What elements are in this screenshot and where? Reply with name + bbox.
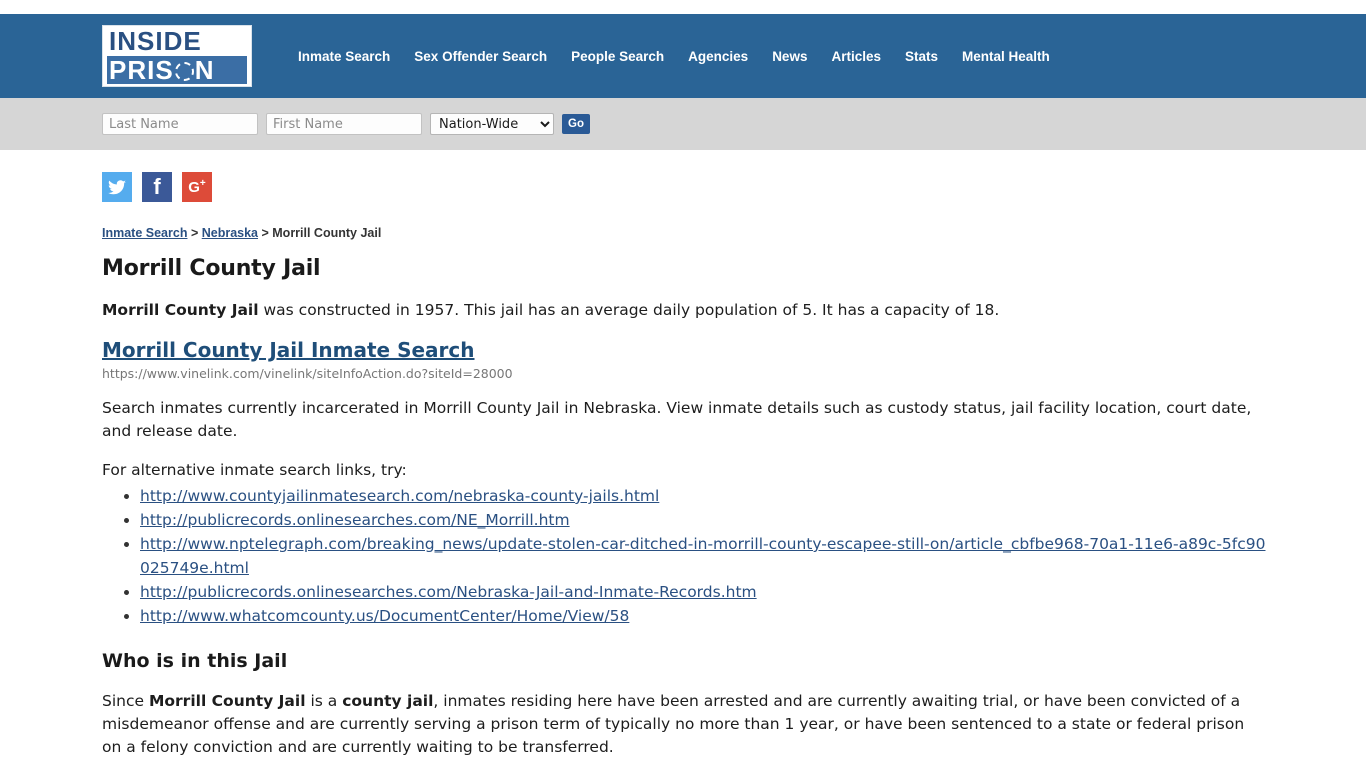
who-text-a: Since — [102, 692, 149, 710]
logo-line-inside: INSIDE — [109, 26, 202, 56]
facebook-glyph: f — [153, 174, 161, 199]
site-logo[interactable]: INSIDE PRIS N — [102, 25, 252, 87]
nav-item-stats[interactable]: Stats — [893, 49, 950, 64]
alt-link-publicrecords-nebraska-jail[interactable]: http://publicrecords.onlinesearches.com/… — [140, 583, 757, 601]
alt-link-whatcomcounty[interactable]: http://www.whatcomcounty.us/DocumentCent… — [140, 607, 629, 625]
googleplus-glyph: G+ — [188, 178, 206, 196]
search-scope-select[interactable]: Nation-Wide — [430, 113, 554, 135]
nav-item-sex-offender-search[interactable]: Sex Offender Search — [402, 49, 559, 64]
who-jail-name: Morrill County Jail — [148, 692, 306, 710]
who-paragraph: Since Morrill County Jail is a county ja… — [102, 690, 1266, 759]
social-share-row: f G+ — [102, 172, 1266, 202]
who-county-jail: county jail — [342, 692, 434, 710]
twitter-icon[interactable] — [102, 172, 132, 202]
breadcrumb-separator-1: > — [187, 226, 202, 240]
site-header: INSIDE PRIS N Inmate Search Sex Offender … — [0, 14, 1366, 98]
list-item: http://publicrecords.onlinesearches.com/… — [140, 580, 1266, 604]
breadcrumb-current: Morrill County Jail — [272, 226, 382, 240]
barbed-wire-ring-icon — [174, 61, 194, 81]
nav-item-agencies[interactable]: Agencies — [676, 49, 760, 64]
main-navigation: Inmate Search Sex Offender Search People… — [286, 49, 1062, 64]
nav-item-mental-health[interactable]: Mental Health — [950, 49, 1062, 64]
alt-link-countyjailinmatesearch[interactable]: http://www.countyjailinmatesearch.com/ne… — [140, 487, 659, 505]
list-item: http://www.countyjailinmatesearch.com/ne… — [140, 484, 1266, 508]
googleplus-icon[interactable]: G+ — [182, 172, 212, 202]
breadcrumb: Inmate Search > Nebraska > Morrill Count… — [102, 226, 1266, 240]
last-name-input[interactable] — [102, 113, 258, 135]
intro-rest: was constructed in 1957. This jail has a… — [258, 301, 1000, 319]
page-content: f G+ Inmate Search > Nebraska > Morrill … — [0, 150, 1366, 768]
alternative-links-list: http://www.countyjailinmatesearch.com/ne… — [102, 484, 1266, 628]
quick-search-bar: Nation-Wide Go — [0, 98, 1366, 150]
search-go-button[interactable]: Go — [562, 114, 590, 134]
breadcrumb-separator-2: > — [258, 226, 273, 240]
breadcrumb-link-nebraska[interactable]: Nebraska — [202, 226, 258, 240]
nav-item-people-search[interactable]: People Search — [559, 49, 676, 64]
top-spacer — [0, 0, 1366, 14]
first-name-input[interactable] — [266, 113, 422, 135]
alt-link-nptelegraph[interactable]: http://www.nptelegraph.com/breaking_news… — [140, 535, 1266, 577]
logo-prison-pre: PRIS — [109, 55, 174, 85]
logo-prison-post: N — [194, 55, 215, 85]
nav-item-news[interactable]: News — [760, 49, 819, 64]
nav-item-articles[interactable]: Articles — [819, 49, 893, 64]
logo-line-prison: PRIS N — [107, 56, 247, 84]
alternative-links-intro: For alternative inmate search links, try… — [102, 461, 407, 479]
search-description: Search inmates currently incarcerated in… — [102, 399, 1252, 440]
intro-paragraph: Morrill County Jail was constructed in 1… — [102, 299, 1266, 322]
page-title: Morrill County Jail — [102, 256, 321, 281]
inmate-search-link[interactable]: Morrill County Jail Inmate Search — [102, 338, 475, 362]
section-heading-who-is-in-this-jail: Who is in this Jail — [102, 650, 288, 672]
alt-link-publicrecords-ne-morrill[interactable]: http://publicrecords.onlinesearches.com/… — [140, 511, 570, 529]
facebook-icon[interactable]: f — [142, 172, 172, 202]
intro-jail-name: Morrill County Jail — [102, 301, 259, 319]
list-item: http://publicrecords.onlinesearches.com/… — [140, 508, 1266, 532]
list-item: http://www.nptelegraph.com/breaking_news… — [140, 532, 1266, 580]
who-text-c: is a — [305, 692, 343, 710]
breadcrumb-link-inmate-search[interactable]: Inmate Search — [102, 226, 187, 240]
inmate-search-url: https://www.vinelink.com/vinelink/siteIn… — [102, 366, 513, 381]
list-item: http://www.whatcomcounty.us/DocumentCent… — [140, 604, 1266, 628]
nav-item-inmate-search[interactable]: Inmate Search — [286, 49, 402, 64]
